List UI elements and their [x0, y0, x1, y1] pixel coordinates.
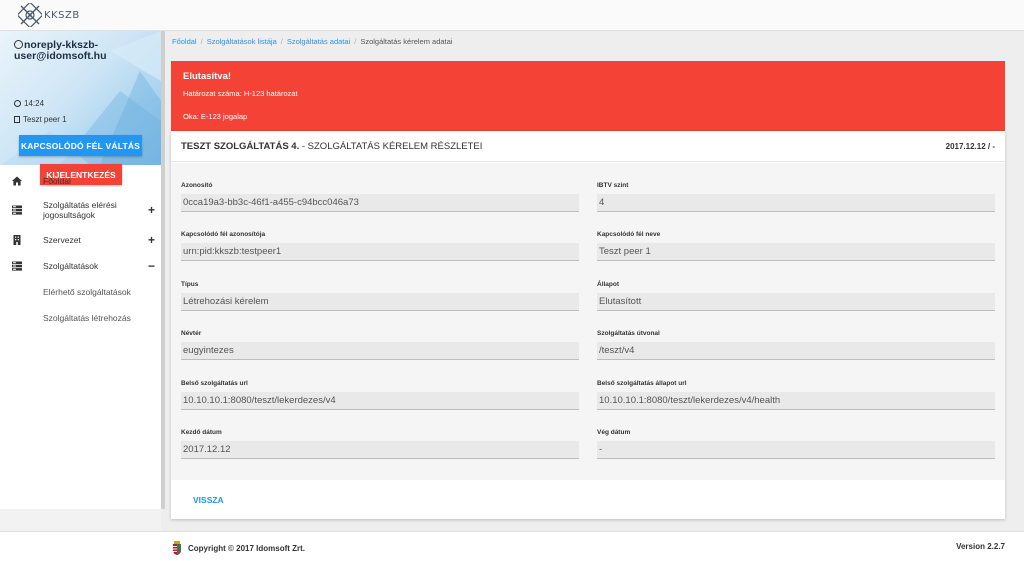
- field-utvonal: Szolgáltatás útvonal /teszt/v4: [597, 330, 995, 360]
- field-ibtv: IBTV szint 4: [597, 182, 995, 212]
- sidebar-subitem-available-services[interactable]: Elérhető szolgáltatások: [0, 279, 161, 305]
- field-value: 4: [597, 194, 995, 212]
- breadcrumb-current: Szolgáltatás kérelem adatai: [360, 37, 453, 46]
- sidebar-item-label: Szolgáltatás elérési jogosultságok: [43, 200, 117, 220]
- field-value: -: [597, 441, 995, 459]
- logo-text: KKSZB: [44, 9, 80, 21]
- alert-decision-number: Határozat száma: H-123 határozat: [183, 89, 298, 98]
- field-nevter: Névtér eugyintezes: [181, 330, 579, 360]
- sidebar-bottom-filler: [0, 509, 161, 531]
- breadcrumb-service-details[interactable]: Szolgáltatás adatai: [287, 37, 350, 46]
- hungarian-coat-of-arms-icon: [173, 541, 181, 555]
- field-label: IBTV szint: [597, 182, 629, 189]
- card-title: TESZT SZOLGÁLTATÁS 4. - SZOLGÁLTATÁS KÉR…: [181, 141, 483, 152]
- sidebar-item-label: Szolgáltatások: [43, 261, 99, 271]
- field-peer-name: Kapcsolódó fél neve Teszt peer 1: [597, 231, 995, 261]
- expand-icon[interactable]: +: [148, 233, 155, 247]
- request-details-card: TESZT SZOLGÁLTATÁS 4. - SZOLGÁLTATÁS KÉR…: [171, 131, 1005, 519]
- alert-reason: Oka: E-123 jogalap: [183, 112, 248, 121]
- sidebar: noreply-kkszb-user@idomsoft.hu 14:24 Tes…: [0, 31, 161, 509]
- field-value: Teszt peer 1: [597, 243, 995, 261]
- field-tipus: Típus Létrehozási kérelem: [181, 281, 579, 311]
- card-header: TESZT SZOLGÁLTATÁS 4. - SZOLGÁLTATÁS KÉR…: [171, 131, 1005, 162]
- field-label: Kapcsolódó fél azonosítója: [181, 231, 266, 238]
- breadcrumb-services-list[interactable]: Szolgáltatások listája: [207, 37, 277, 46]
- field-label: Azonosító: [181, 182, 213, 189]
- expand-icon[interactable]: +: [148, 203, 155, 217]
- field-value: /teszt/v4: [597, 342, 995, 360]
- sidebar-item-label: Szervezet: [43, 235, 81, 245]
- sidebar-nav: Főoldal Szolgáltatás elérési jogosultság…: [0, 169, 161, 331]
- sidebar-item-label: Főoldal: [43, 176, 71, 186]
- card-date: 2017.12.12 / -: [945, 142, 995, 151]
- field-veg-datum: Vég dátum -: [597, 429, 995, 459]
- switch-peer-button[interactable]: KAPCSOLÓDÓ FÉL VÁLTÁS: [19, 135, 142, 156]
- rejection-alert: Elutasítva! Határozat száma: H-123 határ…: [171, 61, 1005, 131]
- sidebar-scrollbar[interactable]: [161, 31, 165, 509]
- logo[interactable]: KKSZB: [18, 3, 80, 27]
- sidebar-subitem-create-service[interactable]: Szolgáltatás létrehozás: [0, 305, 161, 331]
- alert-title: Elutasítva!: [183, 71, 232, 82]
- kkszb-logo-icon: [18, 3, 42, 27]
- page-footer: Copyright © 2017 Idomsoft Zrt. Version 2…: [0, 531, 1024, 561]
- collapse-icon[interactable]: −: [148, 259, 155, 273]
- app-version: Version 2.2.7: [956, 542, 1005, 551]
- session-time: 14:24: [14, 99, 44, 108]
- field-value: eugyintezes: [181, 342, 579, 360]
- building-icon: [13, 235, 21, 245]
- server-icon: [12, 205, 22, 215]
- field-kezdo-datum: Kezdő dátum 2017.12.12: [181, 429, 579, 459]
- field-label: Belső szolgáltatás állapot url: [597, 380, 687, 387]
- field-label: Állapot: [597, 281, 620, 288]
- field-label: Belső szolgáltatás url: [181, 380, 248, 387]
- field-value: 2017.12.12: [181, 441, 579, 459]
- card-footer: VISSZA: [171, 480, 1005, 519]
- back-button[interactable]: VISSZA: [193, 495, 224, 505]
- field-label: Vég dátum: [597, 429, 631, 436]
- user-email: noreply-kkszb-user@idomsoft.hu: [14, 39, 107, 62]
- clock-icon: [14, 100, 21, 107]
- field-value: 0cca19a3-bb3c-46f1-a455-c94bcc046a73: [181, 194, 579, 212]
- field-peer-id: Kapcsolódó fél azonosítója urn:pid:kkszb…: [181, 231, 579, 261]
- sidebar-item-home[interactable]: Főoldal: [0, 169, 161, 193]
- server-icon: [12, 261, 22, 271]
- field-allapot: Állapot Elutasított: [597, 281, 995, 311]
- field-value: 10.10.10.1:8080/teszt/lekerdezes/v4: [181, 392, 579, 410]
- current-peer: Teszt peer 1: [14, 115, 67, 124]
- field-belso-allapot-url: Belső szolgáltatás állapot url 10.10.10.…: [597, 380, 995, 410]
- home-icon: [12, 176, 22, 186]
- user-panel: noreply-kkszb-user@idomsoft.hu 14:24 Tes…: [0, 31, 161, 165]
- field-label: Típus: [181, 281, 199, 288]
- field-label: Szolgáltatás útvonal: [597, 330, 660, 337]
- field-value: 10.10.10.1:8080/teszt/lekerdezes/v4/heal…: [597, 392, 995, 410]
- field-value: urn:pid:kkszb:testpeer1: [181, 243, 579, 261]
- field-label: Névtér: [181, 330, 202, 337]
- building-icon: [14, 116, 20, 123]
- sidebar-item-organization[interactable]: Szervezet +: [0, 227, 161, 253]
- card-body: Azonosító 0cca19a3-bb3c-46f1-a455-c94bcc…: [171, 163, 1005, 480]
- field-label: Kapcsolódó fél neve: [597, 231, 661, 238]
- field-value: Elutasított: [597, 293, 995, 311]
- user-icon: [14, 40, 23, 49]
- copyright: Copyright © 2017 Idomsoft Zrt.: [172, 541, 305, 555]
- field-belso-url: Belső szolgáltatás url 10.10.10.1:8080/t…: [181, 380, 579, 410]
- top-bar: KKSZB: [0, 0, 1024, 31]
- field-value: Létrehozási kérelem: [181, 293, 579, 311]
- breadcrumb-home[interactable]: Főoldal: [172, 37, 197, 46]
- field-azonosito: Azonosító 0cca19a3-bb3c-46f1-a455-c94bcc…: [181, 182, 579, 212]
- sidebar-item-access-rights[interactable]: Szolgáltatás elérési jogosultságok +: [0, 193, 161, 227]
- field-label: Kezdő dátum: [181, 429, 222, 436]
- breadcrumb: Főoldal / Szolgáltatások listája / Szolgálta…: [172, 37, 453, 46]
- sidebar-item-services[interactable]: Szolgáltatások −: [0, 253, 161, 279]
